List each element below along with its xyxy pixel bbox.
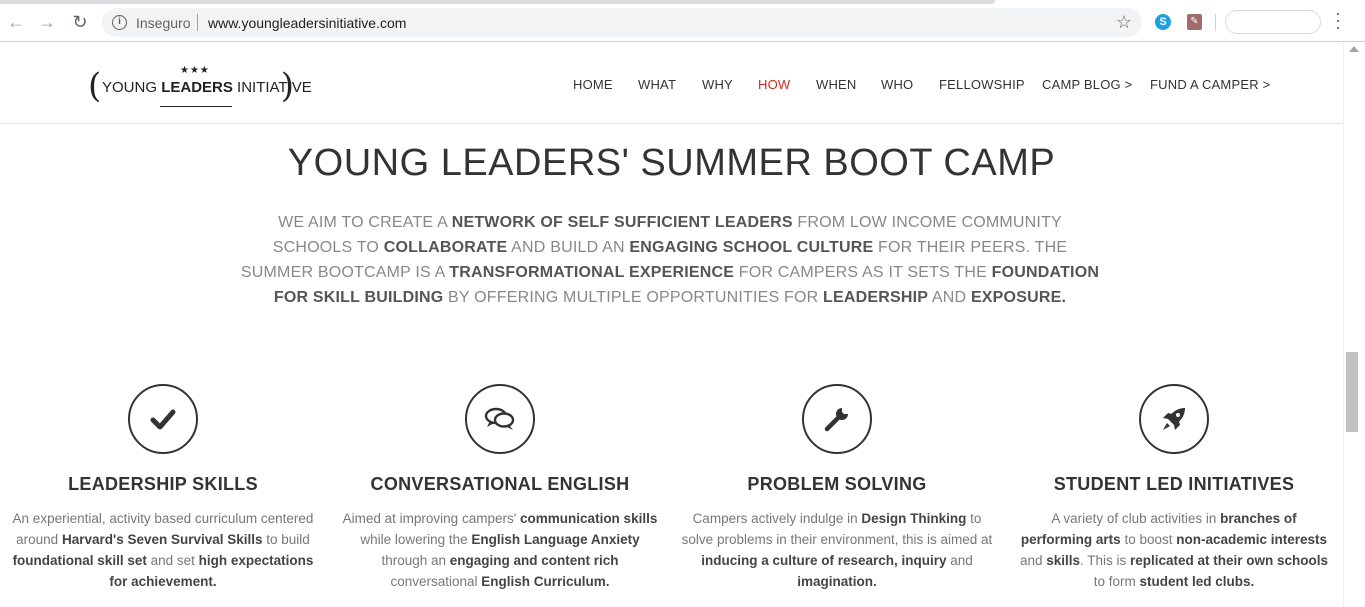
feature-description: Campers actively indulge in Design Think… bbox=[677, 508, 997, 592]
nav-fund-a-camper[interactable]: FUND A CAMPER > bbox=[1150, 77, 1270, 92]
body-text: AND bbox=[928, 289, 971, 306]
bookmark-star-icon[interactable]: ☆ bbox=[1116, 12, 1132, 33]
url-text[interactable]: www.youngleadersinitiative.com bbox=[208, 15, 406, 31]
browser-toolbar: ← → ↻ i Inseguro www.youngleadersinitiat… bbox=[0, 0, 1365, 42]
emphasis-text: NETWORK OF SELF SUFFICIENT LEADERS bbox=[451, 214, 793, 231]
logo-text-initiative: INITIATIVE bbox=[232, 79, 312, 96]
scroll-up-arrow-icon[interactable] bbox=[1349, 46, 1359, 52]
body-text: and bbox=[946, 553, 973, 568]
body-text: to form bbox=[1093, 574, 1140, 589]
emphasis-text: replicated at their own schools bbox=[1130, 553, 1329, 568]
body-text: and bbox=[1019, 553, 1047, 568]
address-bar[interactable]: i Inseguro www.youngleadersinitiative.co… bbox=[102, 8, 1142, 37]
feature-title: CONVERSATIONAL ENGLISH bbox=[370, 474, 630, 494]
info-icon[interactable]: i bbox=[112, 15, 127, 30]
emphasis-text: skills bbox=[1046, 553, 1080, 568]
reload-icon: ↻ bbox=[72, 11, 88, 32]
emphasis-text: communication skills bbox=[520, 511, 658, 526]
logo-underline bbox=[160, 106, 232, 107]
chat-bubbles-icon bbox=[484, 407, 515, 430]
checkmark-icon bbox=[150, 409, 176, 430]
feature-icon-circle bbox=[1139, 384, 1209, 454]
emphasis-text: engaging and content rich bbox=[449, 553, 619, 568]
nav-why[interactable]: WHY bbox=[702, 77, 733, 92]
emphasis-text: imagination. bbox=[797, 574, 877, 589]
skype-extension-icon[interactable]: S bbox=[1155, 14, 1171, 30]
feature-icon-circle bbox=[465, 384, 535, 454]
logo-stars-icon: ★★★ bbox=[180, 65, 210, 76]
body-text: to build bbox=[262, 532, 310, 547]
laurel-right-icon: ) bbox=[280, 66, 294, 106]
emphasis-text: student led clubs. bbox=[1139, 574, 1255, 589]
site-logo[interactable]: ( ★★★ YOUNG LEADERS INITIATIVE ) bbox=[88, 65, 312, 111]
profile-button[interactable] bbox=[1225, 10, 1321, 34]
laurel-left-icon: ( bbox=[88, 66, 102, 106]
body-text: through an bbox=[381, 553, 450, 568]
toolbar-divider bbox=[1215, 14, 1216, 31]
body-text: Campers actively indulge in bbox=[692, 511, 862, 526]
body-text: BY OFFERING MULTIPLE OPPORTUNITIES FOR bbox=[443, 289, 824, 306]
feature-description: An experiential, activity based curricul… bbox=[3, 508, 323, 592]
emphasis-text: TRANSFORMATIONAL EXPERIENCE bbox=[449, 264, 735, 281]
scrollbar-thumb[interactable] bbox=[1346, 352, 1358, 432]
nav-who[interactable]: WHO bbox=[881, 77, 913, 92]
emphasis-text: inducing a culture of research, inquiry bbox=[701, 553, 947, 568]
feature-title: LEADERSHIP SKILLS bbox=[68, 474, 258, 494]
body-text: and set bbox=[146, 553, 199, 568]
feature-title: STUDENT LED INITIATIVES bbox=[1053, 474, 1295, 494]
nav-home[interactable]: HOME bbox=[573, 77, 613, 92]
emphasis-text: English Language Anxiety bbox=[471, 532, 640, 547]
intro-paragraph: WE AIM TO CREATE A NETWORK OF SELF SUFFI… bbox=[240, 210, 1100, 310]
emphasis-text: ENGAGING SCHOOL CULTURE bbox=[629, 239, 874, 256]
feature-title: PROBLEM SOLVING bbox=[747, 474, 927, 494]
body-text: conversational bbox=[390, 574, 482, 589]
tab-strip-edge bbox=[0, 0, 995, 4]
arrow-left-icon: ← bbox=[7, 11, 25, 32]
emphasis-text: LEADERSHIP bbox=[823, 289, 929, 306]
nav-fellowship[interactable]: FELLOWSHIP bbox=[939, 77, 1025, 92]
body-text: . This is bbox=[1080, 553, 1131, 568]
address-divider bbox=[197, 14, 198, 31]
emphasis-text: Design Thinking bbox=[861, 511, 967, 526]
arrow-right-icon: → bbox=[38, 11, 56, 32]
emphasis-text: EXPOSURE. bbox=[970, 289, 1067, 306]
logo-text-leaders: LEADERS bbox=[161, 79, 233, 96]
body-text: Aimed at improving campers' bbox=[342, 511, 521, 526]
security-label: Inseguro bbox=[136, 15, 191, 31]
feature-icon-circle bbox=[128, 384, 198, 454]
wrench-icon bbox=[824, 408, 848, 432]
emphasis-text: foundational skill set bbox=[12, 553, 147, 568]
body-text: WE AIM TO CREATE A bbox=[278, 214, 452, 231]
body-text: to boost bbox=[1120, 532, 1177, 547]
site-header: ( ★★★ YOUNG LEADERS INITIATIVE ) HOME WH… bbox=[0, 43, 1343, 124]
logo-text: YOUNG LEADERS INITIATIVE bbox=[102, 79, 312, 96]
feature-icon-circle bbox=[802, 384, 872, 454]
emphasis-text: non-academic interests bbox=[1176, 532, 1328, 547]
emphasis-text: Harvard's Seven Survival Skills bbox=[61, 532, 263, 547]
feature-description: Aimed at improving campers' communicatio… bbox=[340, 508, 660, 592]
forward-button[interactable]: → bbox=[36, 11, 58, 33]
reload-button[interactable]: ↻ bbox=[69, 11, 91, 33]
rocket-icon bbox=[1163, 408, 1185, 430]
body-text: FOR CAMPERS AS IT SETS THE bbox=[734, 264, 992, 281]
emphasis-text: English Curriculum. bbox=[481, 574, 610, 589]
nav-when[interactable]: WHEN bbox=[816, 77, 857, 92]
feature-description: A variety of club activities in branches… bbox=[1014, 508, 1334, 592]
body-text: A variety of club activities in bbox=[1051, 511, 1221, 526]
page-title: YOUNG LEADERS' SUMMER BOOT CAMP bbox=[287, 142, 1056, 184]
nav-camp-blog[interactable]: CAMP BLOG > bbox=[1042, 77, 1132, 92]
nav-how[interactable]: HOW bbox=[758, 77, 790, 92]
nav-what[interactable]: WHAT bbox=[638, 77, 676, 92]
browser-menu-icon[interactable]: · · · bbox=[1333, 4, 1343, 36]
pdf-extension-icon[interactable]: ✎ bbox=[1187, 14, 1202, 30]
body-text: while lowering the bbox=[360, 532, 472, 547]
back-button[interactable]: ← bbox=[5, 11, 27, 33]
body-text: AND BUILD AN bbox=[507, 239, 630, 256]
logo-text-young: YOUNG bbox=[102, 79, 162, 96]
emphasis-text: COLLABORATE bbox=[383, 239, 508, 256]
page-scrollbar[interactable] bbox=[1343, 42, 1365, 607]
